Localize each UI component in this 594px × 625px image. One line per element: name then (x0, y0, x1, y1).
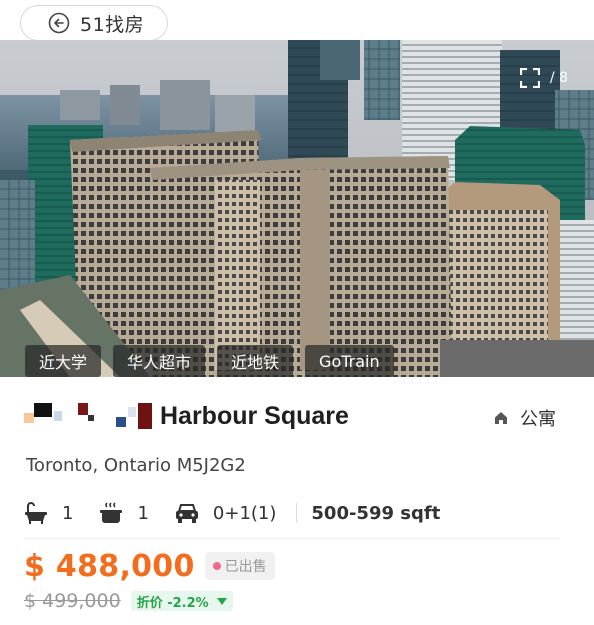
kitchen-stat: 1 (99, 502, 149, 524)
property-type: 公寓 (494, 405, 556, 431)
listing-photo[interactable]: / 8 近大学 华人超市 近地铁 GoTrain (0, 40, 594, 377)
fullscreen-icon[interactable] (519, 68, 540, 88)
listing-address: Toronto, Ontario M5J2G2 (26, 455, 246, 476)
back-label: 51找房 (80, 13, 145, 36)
price-row: $ 488,000 已出售 (24, 546, 275, 586)
photo-count-text: / 8 (549, 70, 568, 86)
tag-gotrain: GoTrain (305, 345, 394, 377)
listing-stats: 1 1 0+1(1) 500-599 sqft (24, 499, 440, 527)
bathrooms-value: 1 (62, 502, 74, 524)
cooking-pot-icon (99, 502, 123, 524)
listing-title-row: Harbour Square (24, 396, 570, 436)
sqft-value: 500-599 sqft (311, 502, 441, 524)
status-dot-icon (212, 562, 221, 570)
original-price: $ 499,000 (24, 590, 121, 612)
back-button[interactable]: 51找房 (20, 5, 168, 41)
tag-near-university: 近大学 (25, 345, 102, 377)
kitchen-value: 1 (137, 502, 149, 524)
discount-label: 折价 -2.2% (136, 595, 209, 611)
tag-chinese-supermarket: 华人超市 (113, 345, 206, 377)
city-skyline-photo (0, 40, 594, 377)
car-icon (175, 502, 199, 524)
listing-title: Harbour Square (160, 401, 349, 430)
parking-stat: 0+1(1) (175, 502, 276, 524)
discount-badge: 折价 -2.2% (130, 591, 233, 611)
top-bar: 51找房 (0, 0, 594, 41)
home-icon (494, 411, 508, 425)
status-label: 已出售 (224, 559, 267, 575)
stats-divider (296, 503, 298, 523)
sold-price: $ 488,000 (24, 548, 195, 584)
arrow-down-icon (216, 597, 227, 605)
redacted-unit-number (24, 403, 154, 429)
property-type-label: 公寓 (520, 409, 556, 430)
bathrooms-stat: 1 (24, 502, 73, 524)
parking-value: 0+1(1) (212, 502, 277, 524)
feature-tags: 近大学 华人超市 近地铁 GoTrain (25, 345, 394, 377)
status-badge: 已出售 (204, 552, 275, 580)
photo-counter[interactable]: / 8 (510, 62, 578, 94)
section-divider (24, 538, 560, 539)
original-price-row: $ 499,000 折价 -2.2% (24, 588, 233, 614)
tag-near-subway: 近地铁 (217, 345, 294, 377)
arrow-left-circle-icon (48, 12, 70, 34)
bathtub-icon (24, 502, 48, 524)
